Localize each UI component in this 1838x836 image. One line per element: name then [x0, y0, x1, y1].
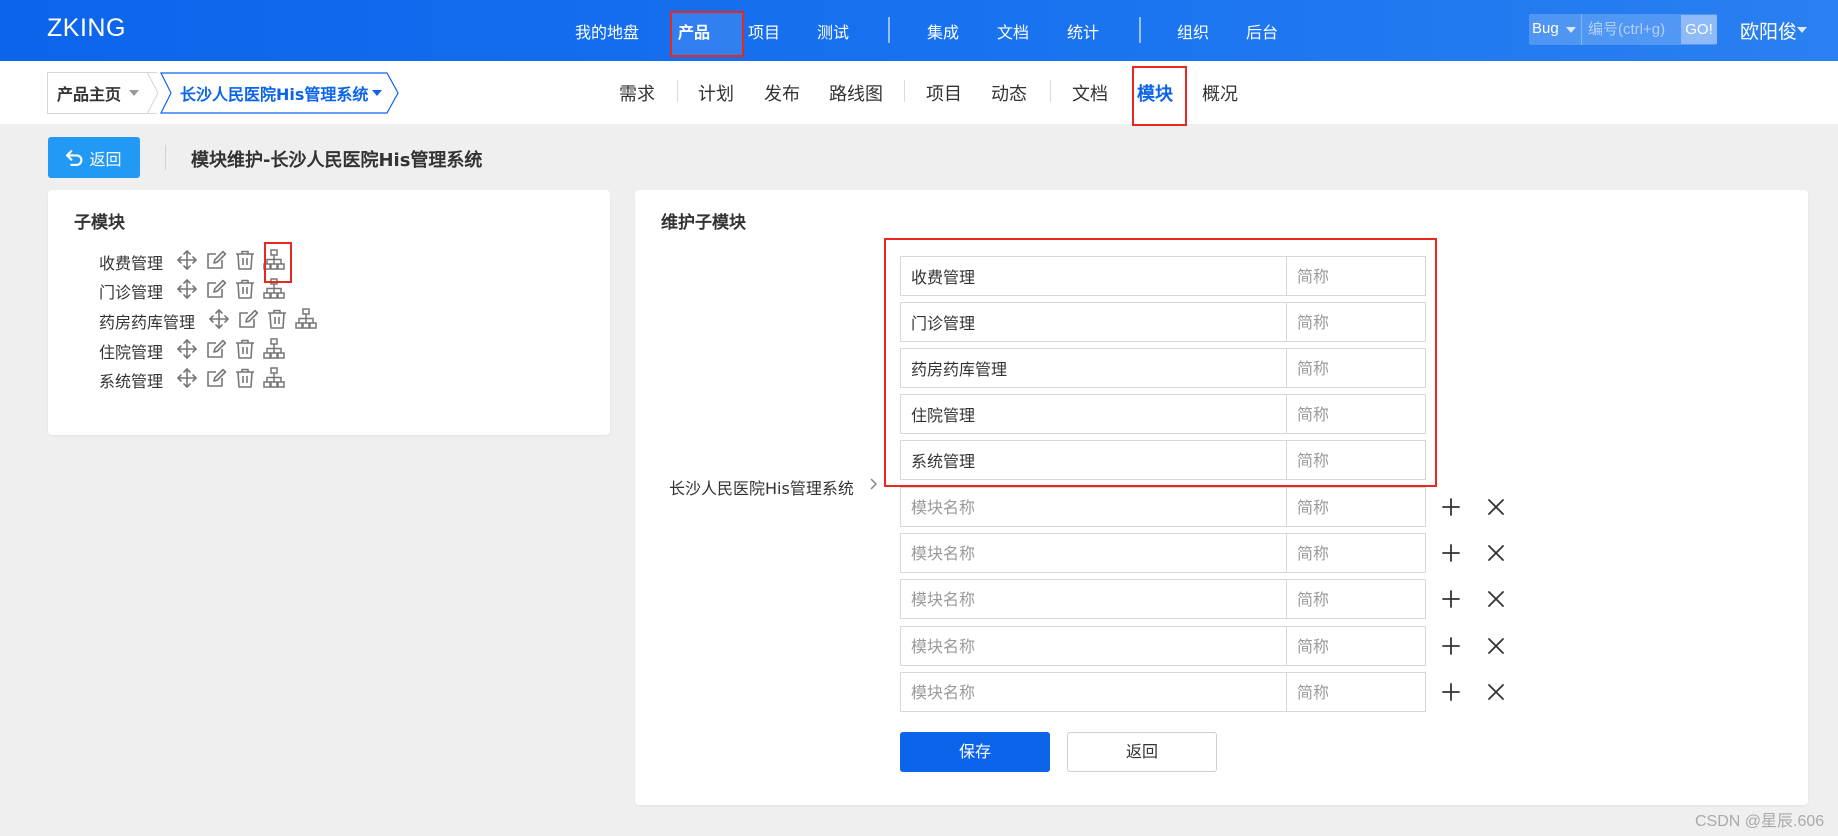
nav-item-my-space[interactable]: 我的地盘: [575, 19, 639, 43]
child-module-icon[interactable]: [262, 366, 286, 390]
delete-icon[interactable]: [233, 337, 257, 361]
nav-divider: [888, 17, 890, 43]
new-module-name-input[interactable]: [900, 487, 1287, 527]
save-button[interactable]: 保存: [900, 732, 1050, 772]
close-icon[interactable]: [1485, 496, 1507, 518]
edit-icon[interactable]: [204, 337, 228, 361]
highlight-box-existing-modules: [884, 238, 1437, 487]
edit-icon[interactable]: [204, 248, 228, 272]
delete-icon[interactable]: [233, 277, 257, 301]
chevron-down-icon[interactable]: [129, 90, 139, 96]
search-input[interactable]: [1584, 14, 1680, 45]
new-module-short-name-input[interactable]: [1286, 626, 1426, 666]
undo-icon: [66, 150, 83, 166]
chevron-down-icon[interactable]: [1797, 27, 1807, 33]
subnav-release[interactable]: 发布: [764, 80, 800, 106]
move-icon[interactable]: [175, 248, 199, 272]
nav-item-project[interactable]: 项目: [748, 19, 780, 43]
search-go-button[interactable]: GO!: [1681, 15, 1717, 44]
nav-divider: [1139, 17, 1141, 43]
subnav-divider: [677, 80, 678, 102]
delete-icon[interactable]: [233, 248, 257, 272]
search-type-select[interactable]: Bug: [1532, 20, 1559, 37]
chevron-right-icon: [870, 478, 878, 490]
move-icon[interactable]: [175, 337, 199, 361]
nav-item-test[interactable]: 测试: [817, 19, 849, 43]
close-icon[interactable]: [1485, 681, 1507, 703]
back-button[interactable]: 返回: [48, 137, 140, 178]
new-module-short-name-input[interactable]: [1286, 533, 1426, 573]
nav-item-stats[interactable]: 统计: [1067, 19, 1099, 43]
plus-icon[interactable]: [1440, 542, 1462, 564]
move-icon[interactable]: [207, 307, 231, 331]
plus-icon[interactable]: [1440, 635, 1462, 657]
edit-icon[interactable]: [236, 307, 260, 331]
subnav-activity[interactable]: 动态: [991, 80, 1027, 106]
highlight-box-modules-tab: [1132, 66, 1187, 126]
plus-icon[interactable]: [1440, 496, 1462, 518]
delete-icon[interactable]: [265, 307, 289, 331]
submodule-item-label[interactable]: 收费管理: [99, 250, 163, 274]
close-icon[interactable]: [1485, 635, 1507, 657]
subnav-divider: [904, 80, 905, 102]
new-module-name-input[interactable]: [900, 626, 1287, 666]
plus-icon[interactable]: [1440, 681, 1462, 703]
nav-item-org[interactable]: 组织: [1177, 19, 1209, 43]
new-module-name-input[interactable]: [900, 672, 1287, 712]
parent-module-label: 长沙人民医院His管理系统: [669, 479, 854, 498]
nav-item-integration[interactable]: 集成: [927, 19, 959, 43]
highlight-box-child-module-icon: [264, 242, 292, 283]
highlight-box-product-nav: [670, 11, 744, 57]
breadcrumb-arrow: [147, 72, 159, 114]
submodule-item-label[interactable]: 系统管理: [99, 368, 163, 392]
new-module-name-input[interactable]: [900, 533, 1287, 573]
submodule-item-label[interactable]: 药房药库管理: [99, 309, 195, 333]
subnav-divider: [1050, 80, 1051, 102]
subnav-requirements[interactable]: 需求: [619, 80, 655, 106]
breadcrumb-home-label[interactable]: 产品主页: [57, 81, 121, 105]
child-module-icon[interactable]: [262, 337, 286, 361]
delete-icon[interactable]: [233, 366, 257, 390]
new-module-short-name-input[interactable]: [1286, 672, 1426, 712]
move-icon[interactable]: [175, 277, 199, 301]
user-menu[interactable]: 欧阳俊: [1740, 17, 1797, 44]
nav-item-admin[interactable]: 后台: [1246, 19, 1278, 43]
submodule-item-label[interactable]: 住院管理: [99, 339, 163, 363]
subnav-docs[interactable]: 文档: [1072, 80, 1108, 106]
subnav-plan[interactable]: 计划: [698, 80, 734, 106]
title-divider: [165, 145, 166, 170]
brand-logo[interactable]: ZKING: [47, 14, 126, 43]
child-module-icon[interactable]: [294, 307, 318, 331]
panel-title: 维护子模块: [661, 213, 746, 233]
new-module-short-name-input[interactable]: [1286, 487, 1426, 527]
move-icon[interactable]: [175, 366, 199, 390]
chevron-down-icon[interactable]: [1566, 27, 1576, 33]
nav-item-docs[interactable]: 文档: [997, 19, 1029, 43]
back-button-label: 返回: [89, 149, 122, 169]
close-icon[interactable]: [1485, 542, 1507, 564]
breadcrumb-product-label[interactable]: 长沙人民医院His管理系统: [180, 81, 368, 105]
panel-title: 子模块: [74, 213, 125, 233]
subnav-overview[interactable]: 概况: [1202, 80, 1238, 106]
subnav-project[interactable]: 项目: [926, 80, 962, 106]
return-button[interactable]: 返回: [1067, 732, 1217, 772]
page-title: 模块维护-长沙人民医院His管理系统: [191, 150, 483, 171]
subnav-roadmap[interactable]: 路线图: [829, 80, 883, 106]
new-module-short-name-input[interactable]: [1286, 579, 1426, 619]
watermark: CSDN @星辰.606: [1695, 813, 1825, 830]
close-icon[interactable]: [1485, 588, 1507, 610]
chevron-down-icon[interactable]: [372, 90, 382, 96]
edit-icon[interactable]: [204, 366, 228, 390]
new-module-name-input[interactable]: [900, 579, 1287, 619]
submodule-item-label[interactable]: 门诊管理: [99, 279, 163, 303]
plus-icon[interactable]: [1440, 588, 1462, 610]
search-divider: [1581, 14, 1582, 45]
edit-icon[interactable]: [204, 277, 228, 301]
